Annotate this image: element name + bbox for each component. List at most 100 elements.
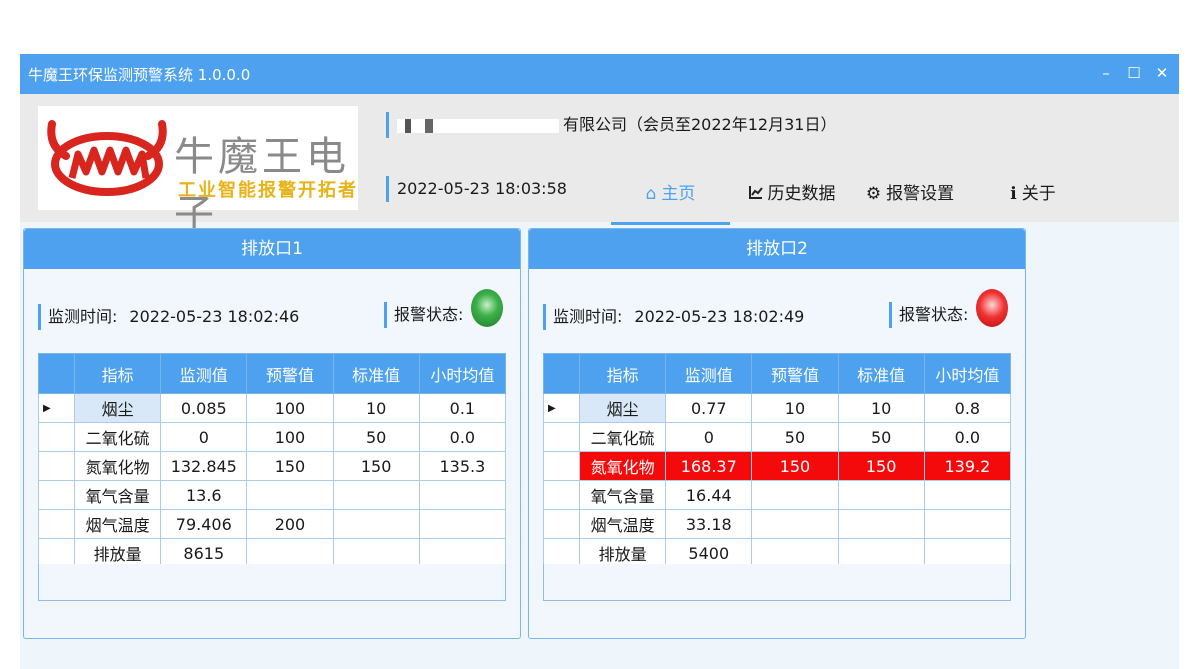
window-title: 牛魔王环保监测预警系统 1.0.0.0 (28, 66, 251, 84)
table-cell[interactable]: 0 (160, 422, 248, 452)
table-cell[interactable] (418, 480, 507, 510)
column-header[interactable]: 监测值 (160, 353, 248, 394)
row-selector[interactable]: ▶ (38, 393, 75, 423)
table-cell[interactable]: 0.085 (160, 393, 248, 423)
tab-alarm-settings[interactable]: ⚙ 报警设置 (860, 174, 960, 222)
table-cell[interactable]: 150 (332, 451, 420, 481)
monitor-time: 监测时间: 2022-05-23 18:02:49 (543, 304, 804, 330)
table-row[interactable]: 氮氧化物 168.37 150 150 139.2 (543, 451, 1012, 481)
column-header[interactable]: 预警值 (751, 353, 839, 394)
indicator-name-cell[interactable]: 氧气含量 (578, 480, 667, 510)
column-header[interactable]: 监测值 (665, 353, 753, 394)
row-selector[interactable] (38, 480, 75, 510)
table-cell[interactable]: 200 (246, 509, 334, 539)
column-header[interactable]: 小时均值 (418, 353, 507, 394)
indicator-name-cell[interactable]: 烟气温度 (73, 509, 162, 539)
table-cell[interactable]: 132.845 (160, 451, 248, 481)
table-cell[interactable]: 0.8 (923, 393, 1012, 423)
row-selector[interactable]: ▶ (543, 393, 580, 423)
line-chart-icon (748, 174, 763, 214)
table-cell[interactable]: 0.0 (418, 422, 507, 452)
tab-history[interactable]: 历史数据 (742, 174, 842, 222)
row-selector[interactable] (38, 509, 75, 539)
table-cell[interactable] (751, 509, 839, 539)
indicator-name-cell[interactable]: 烟尘 (73, 393, 162, 423)
table-cell[interactable]: 100 (246, 393, 334, 423)
header: 牛魔王电子 工业智能报警开拓者 有限公司（会员至2022年12月31日） 202… (20, 94, 1179, 238)
column-header[interactable]: 标准值 (332, 353, 420, 394)
table-cell[interactable] (837, 480, 925, 510)
table-cell[interactable]: 0 (665, 422, 753, 452)
column-header[interactable]: 标准值 (837, 353, 925, 394)
table-cell[interactable] (923, 509, 1012, 539)
row-selector[interactable] (543, 480, 580, 510)
company-info: 有限公司（会员至2022年12月31日） (386, 112, 836, 138)
table-cell[interactable]: 10 (332, 393, 420, 423)
indicator-name-cell[interactable]: 二氧化硫 (578, 422, 667, 452)
table-cell[interactable]: 50 (837, 422, 925, 452)
table-cell[interactable]: 16.44 (665, 480, 753, 510)
indicator-name-cell[interactable]: 氧气含量 (73, 480, 162, 510)
column-header[interactable]: 指标 (578, 353, 667, 394)
table-row[interactable]: 二氧化硫 0 50 50 0.0 (543, 422, 1012, 452)
table-cell[interactable] (923, 480, 1012, 510)
table-cell[interactable]: 50 (332, 422, 420, 452)
table-cell[interactable]: 100 (246, 422, 334, 452)
table-cell[interactable]: 0.77 (665, 393, 753, 423)
table-cell[interactable]: 50 (751, 422, 839, 452)
column-header[interactable]: 指标 (73, 353, 162, 394)
table-cell[interactable] (751, 480, 839, 510)
tab-about[interactable]: ℹ 关于 (998, 174, 1068, 222)
row-selector[interactable] (543, 451, 580, 481)
table-row[interactable]: 氧气含量 13.6 (38, 480, 507, 510)
table-cell[interactable]: 10 (751, 393, 839, 423)
table-row[interactable]: ▶ 烟尘 0.77 10 10 0.8 (543, 393, 1012, 423)
indicator-name-cell[interactable]: 烟气温度 (578, 509, 667, 539)
table-cell[interactable]: 10 (837, 393, 925, 423)
company-membership: 有限公司（会员至2022年12月31日） (563, 115, 837, 134)
table-header: 指标 监测值 预警值 标准值 小时均值 (543, 353, 1012, 394)
title-bar: 牛魔王环保监测预警系统 1.0.0.0 – ☐ ✕ (20, 54, 1179, 94)
column-header[interactable]: 小时均值 (923, 353, 1012, 394)
table-cell[interactable]: 150 (751, 451, 839, 481)
table-empty-area (38, 564, 506, 601)
table-row[interactable]: 烟气温度 33.18 (543, 509, 1012, 539)
table-cell[interactable] (246, 480, 334, 510)
table-row[interactable]: 烟气温度 79.406 200 (38, 509, 507, 539)
row-selector[interactable] (543, 422, 580, 452)
table-cell[interactable]: 150 (246, 451, 334, 481)
row-selector[interactable] (543, 509, 580, 539)
row-selector[interactable] (38, 451, 75, 481)
table-cell[interactable] (837, 509, 925, 539)
table-cell[interactable]: 168.37 (665, 451, 753, 481)
indicator-name-cell[interactable]: 氮氧化物 (73, 451, 162, 481)
table-row[interactable]: ▶ 烟尘 0.085 100 10 0.1 (38, 393, 507, 423)
table-row[interactable]: 氧气含量 16.44 (543, 480, 1012, 510)
table-row[interactable]: 二氧化硫 0 100 50 0.0 (38, 422, 507, 452)
indicator-name-cell[interactable]: 二氧化硫 (73, 422, 162, 452)
maximize-button[interactable]: ☐ (1123, 62, 1145, 84)
table-cell[interactable]: 0.0 (923, 422, 1012, 452)
table-cell[interactable]: 13.6 (160, 480, 248, 510)
table-cell[interactable]: 135.3 (418, 451, 507, 481)
data-table: 指标 监测值 预警值 标准值 小时均值 ▶ 烟尘 0.77 10 10 0.8 二氧化硫 0 5… (543, 353, 1012, 568)
table-cell[interactable]: 0.1 (418, 393, 507, 423)
table-cell[interactable]: 139.2 (923, 451, 1012, 481)
panel-title: 排放口1 (24, 229, 520, 269)
table-cell[interactable] (332, 509, 420, 539)
table-cell[interactable]: 79.406 (160, 509, 248, 539)
minimize-button[interactable]: – (1095, 62, 1117, 84)
indicator-name-cell[interactable]: 氮氧化物 (578, 451, 667, 481)
table-cell[interactable] (332, 480, 420, 510)
table-cell[interactable] (418, 509, 507, 539)
tab-home[interactable]: ⌂ 主页 (611, 174, 730, 225)
row-selector[interactable] (38, 422, 75, 452)
table-header: 指标 监测值 预警值 标准值 小时均值 (38, 353, 507, 394)
column-header[interactable]: 预警值 (246, 353, 334, 394)
table-row[interactable]: 氮氧化物 132.845 150 150 135.3 (38, 451, 507, 481)
table-cell[interactable]: 150 (837, 451, 925, 481)
close-button[interactable]: ✕ (1151, 62, 1173, 84)
bull-logo-icon (47, 120, 167, 196)
table-cell[interactable]: 33.18 (665, 509, 753, 539)
indicator-name-cell[interactable]: 烟尘 (578, 393, 667, 423)
